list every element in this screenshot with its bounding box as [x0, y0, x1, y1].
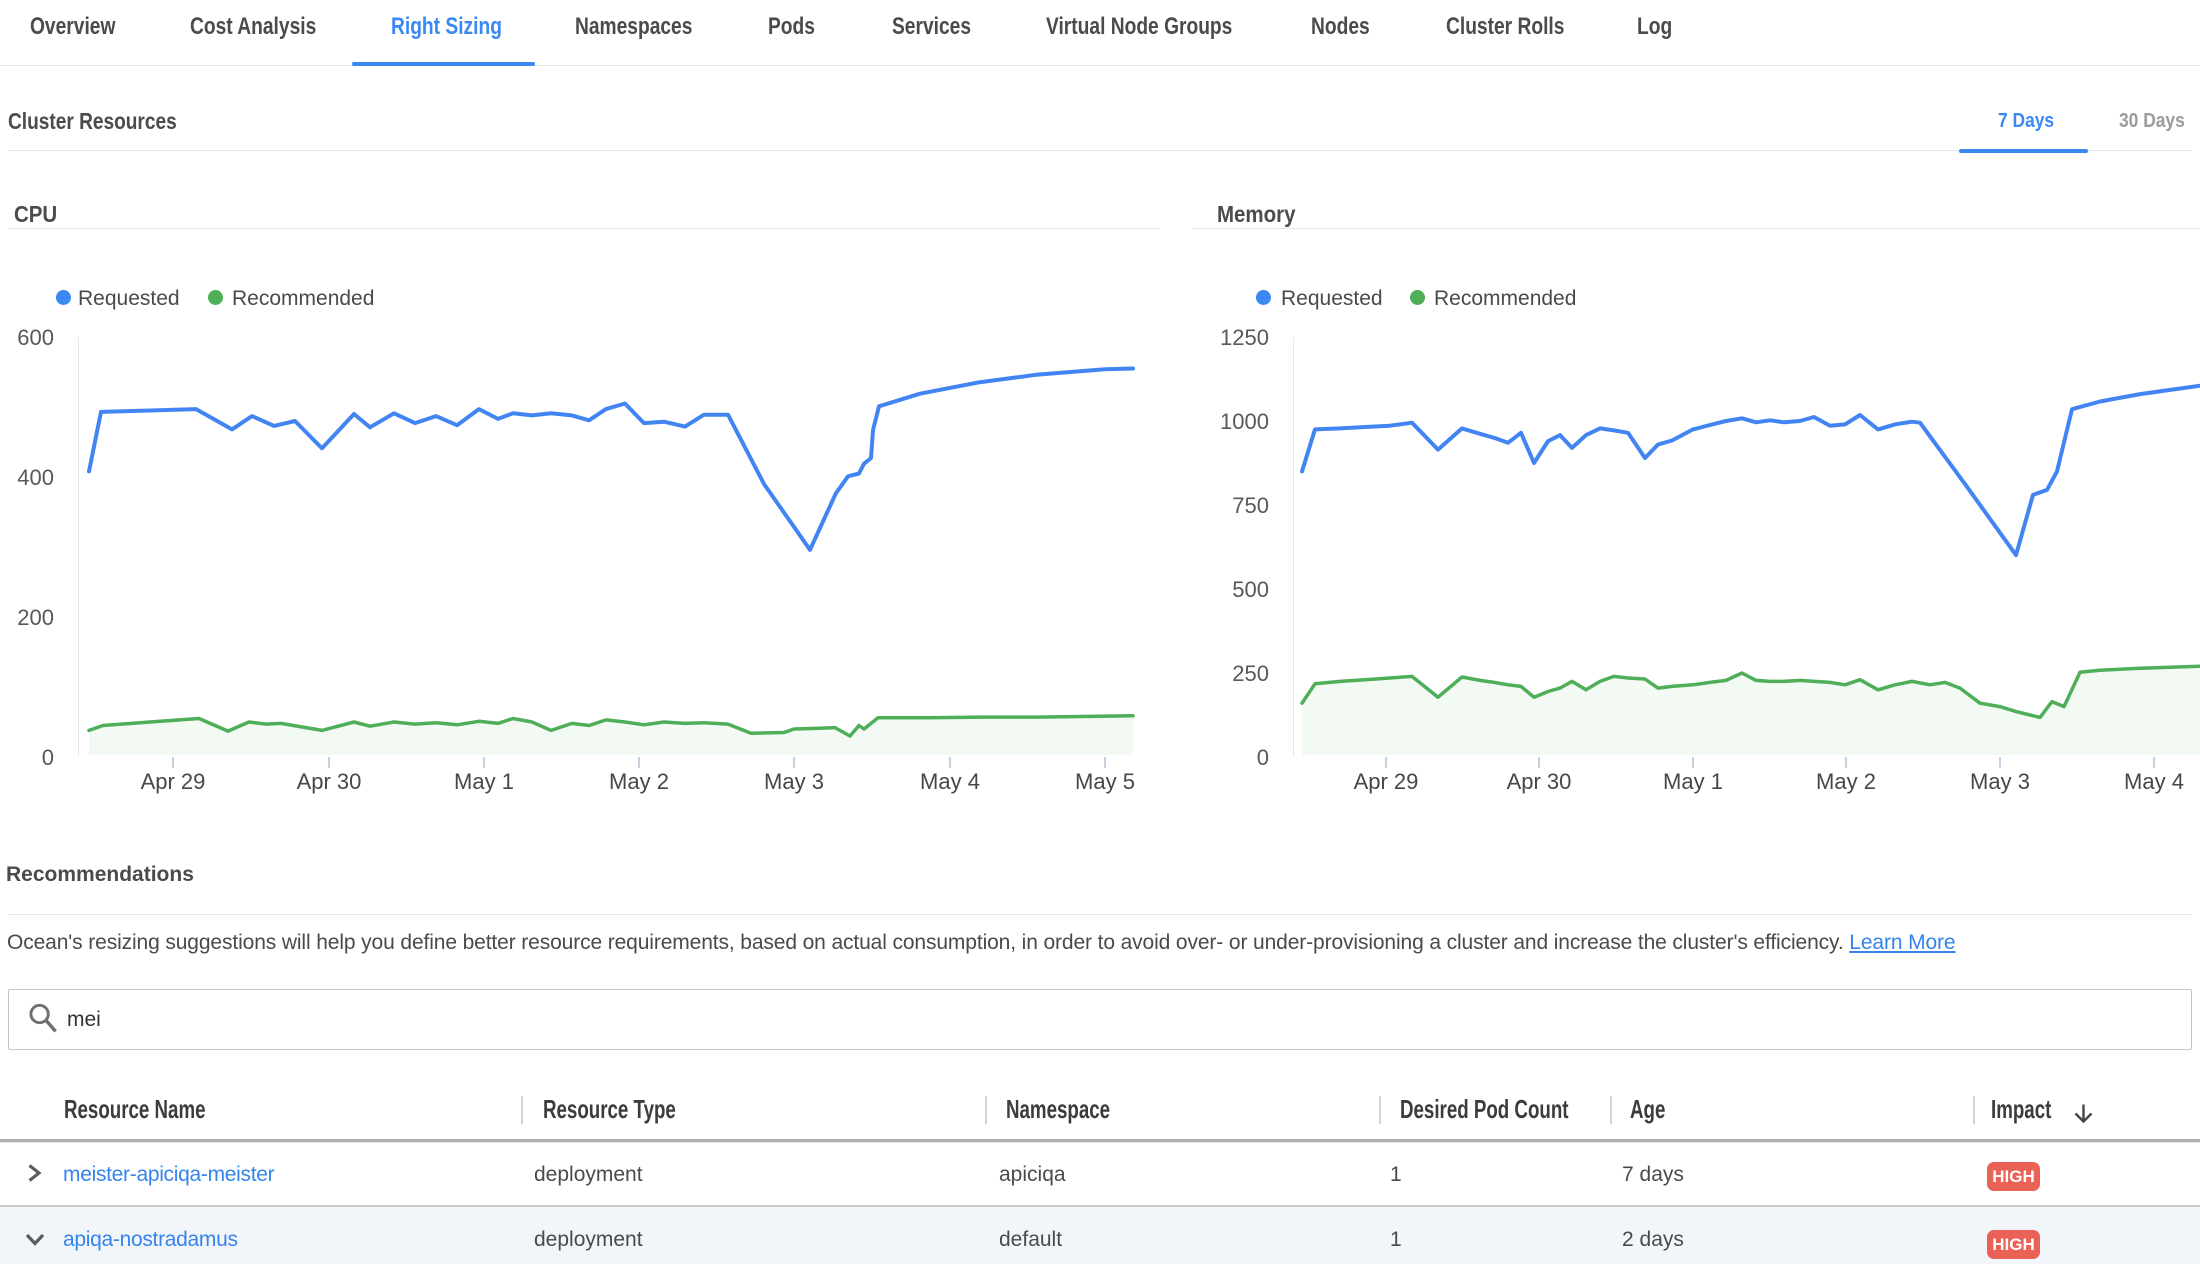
svg-text:Apr 29: Apr 29 [1354, 769, 1419, 794]
svg-text:1000: 1000 [1220, 409, 1269, 434]
svg-text:May 3: May 3 [764, 769, 824, 794]
svg-text:1250: 1250 [1220, 325, 1269, 350]
svg-text:Apr 30: Apr 30 [297, 769, 362, 794]
svg-text:250: 250 [1232, 661, 1269, 686]
svg-text:May 5: May 5 [1075, 769, 1135, 794]
svg-text:May 3: May 3 [1970, 769, 2030, 794]
svg-text:Apr 29: Apr 29 [141, 769, 206, 794]
svg-text:0: 0 [42, 745, 54, 770]
svg-text:750: 750 [1232, 493, 1269, 518]
svg-text:0: 0 [1257, 745, 1269, 770]
svg-text:May 4: May 4 [920, 769, 980, 794]
svg-text:May 4: May 4 [2124, 769, 2184, 794]
svg-text:Apr 30: Apr 30 [1507, 769, 1572, 794]
svg-text:600: 600 [17, 325, 54, 350]
svg-text:500: 500 [1232, 577, 1269, 602]
svg-text:May 1: May 1 [1663, 769, 1723, 794]
svg-text:May 1: May 1 [454, 769, 514, 794]
svg-text:400: 400 [17, 465, 54, 490]
svg-text:May 2: May 2 [1816, 769, 1876, 794]
svg-text:May 2: May 2 [609, 769, 669, 794]
svg-text:200: 200 [17, 605, 54, 630]
